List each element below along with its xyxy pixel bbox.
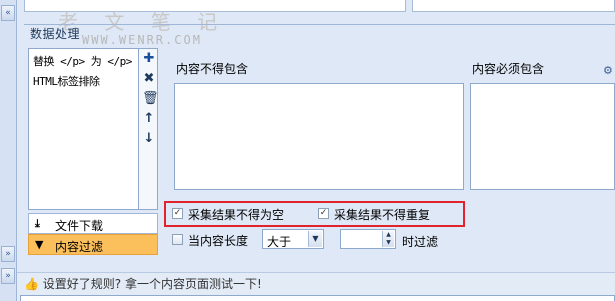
test-url-input[interactable]: [20, 295, 615, 301]
plus-icon[interactable]: ✚: [142, 52, 156, 66]
expand-button[interactable]: »: [1, 268, 15, 284]
spin-up-icon[interactable]: ▲: [383, 231, 394, 239]
comparator-value: 大于: [267, 235, 292, 249]
top-input-right[interactable]: [412, 0, 615, 12]
rules-list[interactable]: 替换 </p> 为 </p> HTML标签排除: [28, 48, 138, 210]
no-duplicate-checkbox[interactable]: ✓: [318, 208, 329, 219]
collapse-up-button[interactable]: «: [1, 5, 15, 21]
download-icon: ⤓: [35, 217, 40, 230]
thumbs-up-icon: 👍: [24, 277, 39, 291]
comparator-select[interactable]: 大于 ▼: [262, 229, 324, 249]
hint-text: 设置好了规则? 拿一个内容页面测试一下!: [42, 277, 262, 291]
nav-item-label: 内容过滤: [55, 240, 104, 254]
collapse-down-button[interactable]: »: [1, 246, 15, 262]
length-checkbox[interactable]: [172, 234, 183, 245]
section-title: 数据处理: [30, 27, 81, 41]
no-duplicate-label[interactable]: 采集结果不得重复: [334, 206, 430, 223]
nav-item-content-filter[interactable]: ▼ 内容过滤: [28, 234, 158, 255]
close-icon[interactable]: ✖: [142, 72, 156, 86]
trash-icon[interactable]: 🗑: [142, 92, 159, 106]
nav-item-label: 文件下载: [55, 219, 104, 233]
nav-item-download[interactable]: ⤓ 文件下载: [28, 213, 158, 234]
not-empty-label[interactable]: 采集结果不得为空: [188, 206, 284, 223]
include-textarea[interactable]: [470, 83, 615, 190]
length-spinner[interactable]: ▲ ▼: [340, 229, 396, 249]
gear-icon[interactable]: ⚙: [603, 64, 613, 77]
spin-down-icon[interactable]: ▼: [383, 239, 394, 247]
arrow-up-icon[interactable]: ↑: [142, 112, 156, 126]
filter-icon: ▼: [35, 238, 44, 251]
spinner-buttons: ▲ ▼: [382, 231, 394, 247]
exclude-textarea[interactable]: [174, 83, 464, 190]
include-label: 内容必须包含: [472, 62, 545, 76]
list-item[interactable]: HTML标签排除: [33, 73, 100, 89]
list-item[interactable]: 替换 </p> 为 </p>: [33, 53, 132, 69]
chevron-down-icon[interactable]: ▼: [308, 231, 322, 247]
exclude-label: 内容不得包含: [176, 62, 249, 76]
arrow-down-icon[interactable]: ↓: [142, 132, 156, 146]
filter-suffix-label: 时过滤: [402, 235, 439, 249]
test-hint: 👍 设置好了规则? 拿一个内容页面测试一下!: [24, 275, 262, 292]
not-empty-checkbox[interactable]: ✓: [172, 208, 183, 219]
length-label[interactable]: 当内容长度: [188, 232, 248, 249]
